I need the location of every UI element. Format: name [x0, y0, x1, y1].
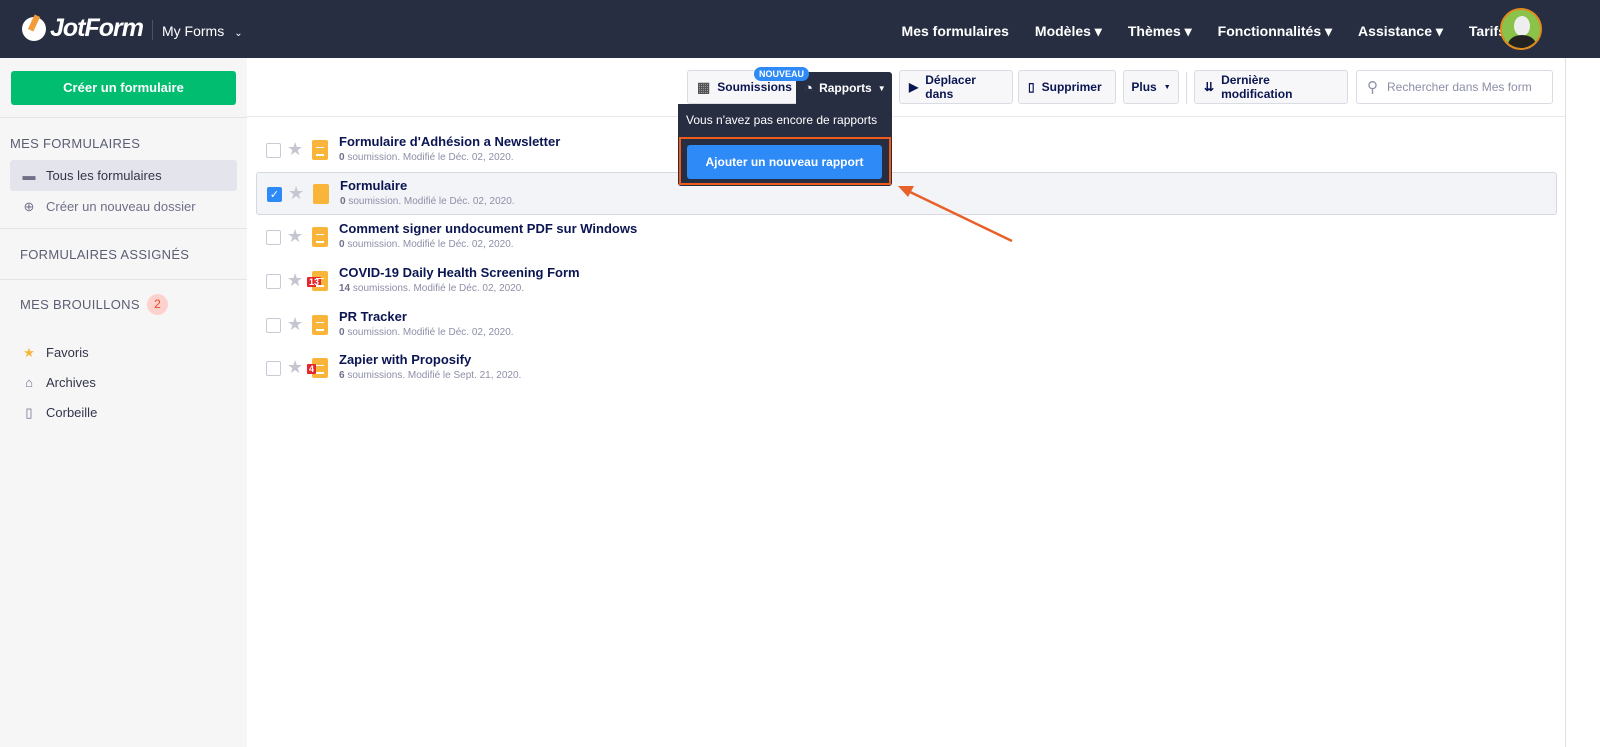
annotation-arrow — [898, 186, 1013, 243]
scrollbar-edge — [1565, 58, 1566, 747]
